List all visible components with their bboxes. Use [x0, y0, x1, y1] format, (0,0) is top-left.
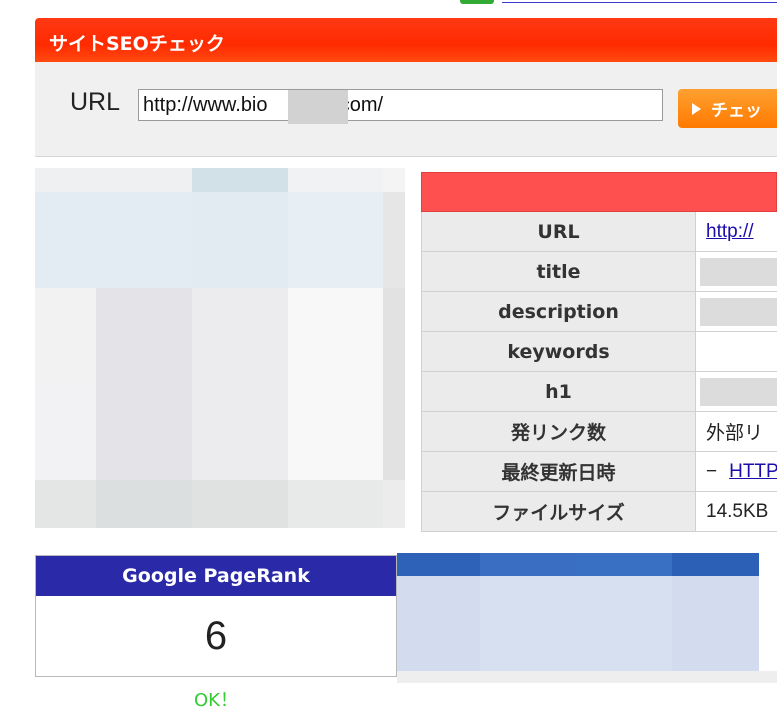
top-link-strip	[460, 0, 777, 6]
row-value-last-modified: − HTTP	[696, 452, 777, 491]
row-value-keywords	[696, 332, 777, 371]
row-value-url: http://	[696, 212, 777, 251]
url-form: URL チェッ	[35, 62, 777, 157]
table-row: keywords	[421, 332, 777, 372]
row-key-outbound-links: 発リンク数	[422, 412, 696, 451]
row-key-file-size: ファイルサイズ	[422, 492, 696, 531]
pagerank-status: OK！	[194, 690, 238, 711]
table-row: URL http://	[421, 212, 777, 252]
url-input[interactable]	[138, 89, 663, 121]
redacted-value	[700, 297, 777, 326]
url-redaction	[288, 90, 348, 124]
check-button[interactable]: チェッ	[678, 89, 777, 128]
table-row: 最終更新日時 − HTTP	[421, 452, 777, 492]
site-url-link[interactable]: http://	[706, 221, 754, 243]
row-key-url: URL	[422, 212, 696, 251]
page-title: サイトSEOチェック	[49, 33, 225, 55]
top-link[interactable]	[502, 0, 777, 3]
row-key-last-modified: 最終更新日時	[422, 452, 696, 491]
check-button-label: チェッ	[711, 101, 762, 121]
redacted-value	[700, 377, 777, 406]
row-value-description	[696, 292, 777, 331]
value-prefix: −	[706, 460, 718, 482]
top-green-badge	[460, 0, 494, 4]
site-thumbnail	[35, 168, 405, 528]
table-row: description	[421, 292, 777, 332]
http-header-link[interactable]: HTTP	[729, 461, 777, 483]
table-row: title	[421, 252, 777, 292]
seo-check-header: サイトSEOチェック	[35, 18, 777, 62]
row-value-file-size: 14.5KB	[706, 500, 769, 522]
divider	[397, 671, 777, 683]
redacted-value	[700, 257, 777, 286]
row-value-title	[696, 252, 777, 291]
table-row: ファイルサイズ 14.5KB	[421, 492, 777, 532]
row-key-keywords: keywords	[422, 332, 696, 371]
row-value-outbound-links: 外部リ	[706, 423, 764, 444]
url-label: URL	[70, 88, 121, 116]
seo-info-table: URL http:// title description keywords h…	[421, 172, 777, 532]
table-row: h1	[421, 372, 777, 412]
table-header	[421, 172, 777, 212]
row-key-title: title	[422, 252, 696, 291]
blurred-panel	[397, 553, 759, 671]
row-key-description: description	[422, 292, 696, 331]
table-row: 発リンク数 外部リ	[421, 412, 777, 452]
row-value-h1	[696, 372, 777, 411]
row-key-h1: h1	[422, 372, 696, 411]
play-arrow-icon	[692, 102, 701, 115]
pagerank-card: Google PageRank 6	[35, 555, 397, 677]
pagerank-value: 6	[204, 614, 228, 658]
pagerank-title: Google PageRank	[36, 556, 396, 596]
